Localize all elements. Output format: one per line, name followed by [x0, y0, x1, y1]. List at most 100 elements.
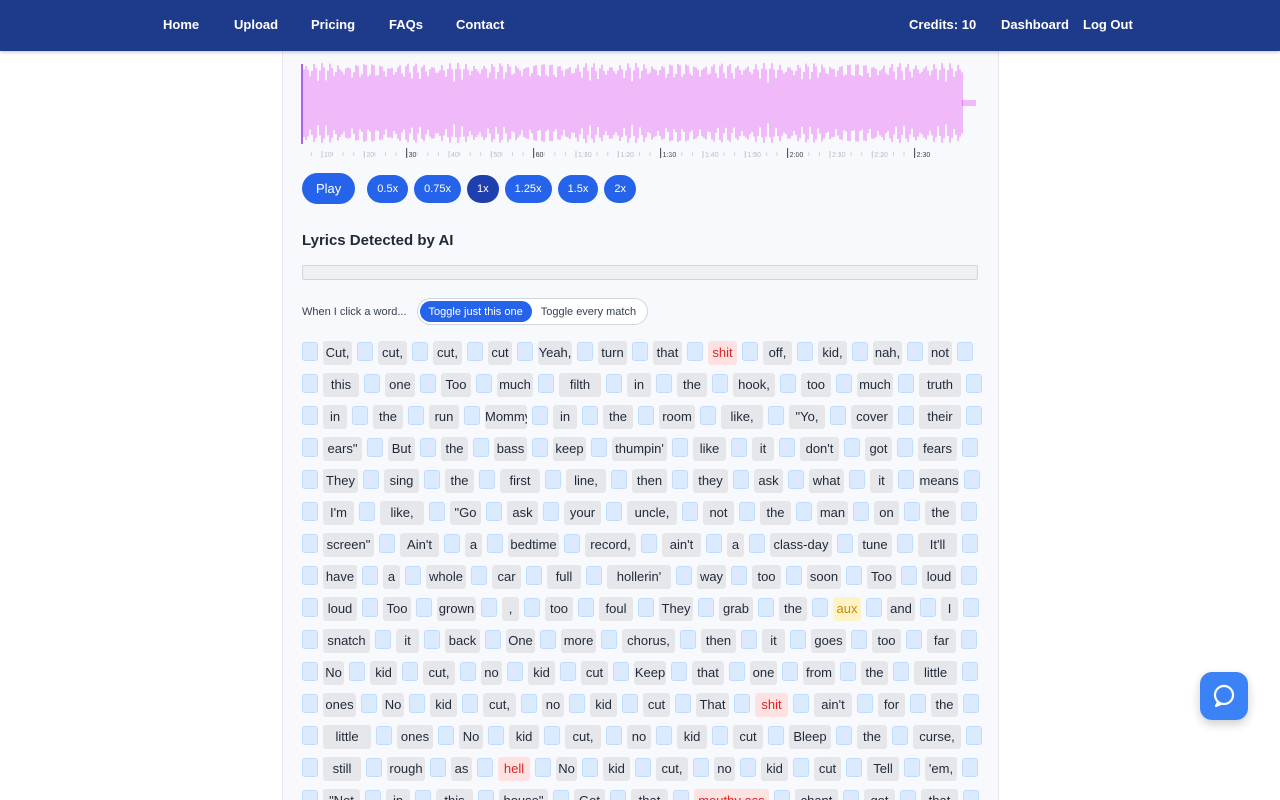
word-gap-toggle[interactable]	[606, 374, 622, 393]
word-gap-toggle[interactable]	[405, 566, 421, 585]
word-gap-toggle[interactable]	[963, 598, 979, 617]
lyric-word[interactable]: Too	[441, 373, 471, 397]
lyric-word[interactable]: ain't	[662, 533, 701, 557]
lyric-word[interactable]: the	[857, 725, 887, 749]
word-gap-toggle[interactable]	[420, 374, 436, 393]
lyric-word[interactable]: in	[323, 405, 347, 429]
word-gap-toggle[interactable]	[302, 566, 318, 585]
lyric-word[interactable]: Too	[383, 597, 411, 621]
word-gap-toggle[interactable]	[486, 502, 502, 521]
lyric-word[interactable]: cut	[488, 341, 512, 365]
word-gap-toggle[interactable]	[793, 758, 809, 777]
lyric-word[interactable]: ones	[323, 693, 356, 717]
lyric-word[interactable]: house"	[499, 789, 548, 800]
lyric-word[interactable]: But	[388, 437, 415, 461]
word-gap-toggle[interactable]	[364, 374, 380, 393]
word-gap-toggle[interactable]	[840, 662, 856, 681]
word-gap-toggle[interactable]	[837, 534, 853, 553]
word-gap-toggle[interactable]	[611, 470, 627, 489]
lyric-word[interactable]: it	[752, 437, 774, 461]
word-gap-toggle[interactable]	[424, 630, 440, 649]
word-gap-toggle[interactable]	[379, 534, 395, 553]
word-gap-toggle[interactable]	[349, 662, 365, 681]
word-gap-toggle[interactable]	[538, 374, 554, 393]
word-gap-toggle[interactable]	[532, 406, 548, 425]
word-gap-toggle[interactable]	[898, 406, 914, 425]
lyric-word[interactable]: kid	[761, 757, 788, 781]
lyric-word[interactable]: and	[887, 597, 915, 621]
lyric-word[interactable]: that	[921, 789, 958, 800]
word-gap-toggle[interactable]	[302, 406, 318, 425]
word-gap-toggle[interactable]	[543, 502, 559, 521]
word-gap-toggle[interactable]	[302, 758, 318, 777]
word-gap-toggle[interactable]	[535, 758, 551, 777]
lyric-word[interactable]: then	[701, 629, 736, 653]
word-gap-toggle[interactable]	[302, 374, 318, 393]
lyric-word[interactable]: mouthy ass	[694, 789, 769, 800]
lyric-word[interactable]: the	[760, 501, 791, 525]
word-gap-toggle[interactable]	[961, 630, 977, 649]
lyric-word[interactable]: I	[941, 597, 958, 621]
word-gap-toggle[interactable]	[673, 790, 689, 800]
word-gap-toggle[interactable]	[851, 630, 867, 649]
word-gap-toggle[interactable]	[359, 502, 375, 521]
word-gap-toggle[interactable]	[302, 662, 318, 681]
word-gap-toggle[interactable]	[540, 630, 556, 649]
lyric-word[interactable]: ears"	[323, 437, 362, 461]
lyric-word[interactable]: it	[870, 469, 893, 493]
word-gap-toggle[interactable]	[366, 758, 382, 777]
lyric-word[interactable]: have	[323, 565, 357, 589]
word-gap-toggle[interactable]	[782, 662, 798, 681]
word-gap-toggle[interactable]	[693, 758, 709, 777]
word-gap-toggle[interactable]	[687, 342, 703, 361]
lyric-word[interactable]: kid,	[818, 341, 847, 365]
word-gap-toggle[interactable]	[671, 662, 687, 681]
word-gap-toggle[interactable]	[363, 470, 379, 489]
word-gap-toggle[interactable]	[507, 662, 523, 681]
lyric-word[interactable]: little	[914, 661, 957, 685]
word-gap-toggle[interactable]	[635, 758, 651, 777]
lyric-word[interactable]: fears	[918, 437, 957, 461]
nav-pricing[interactable]: Pricing	[311, 17, 355, 32]
speed-2x-button[interactable]: 2x	[604, 174, 636, 203]
word-gap-toggle[interactable]	[415, 790, 431, 800]
lyric-word[interactable]: kid	[528, 661, 555, 685]
word-gap-toggle[interactable]	[638, 406, 654, 425]
nav-dashboard[interactable]: Dashboard	[1001, 17, 1069, 32]
word-gap-toggle[interactable]	[774, 790, 790, 800]
word-gap-toggle[interactable]	[846, 758, 862, 777]
word-gap-toggle[interactable]	[532, 438, 548, 457]
word-gap-toggle[interactable]	[901, 566, 917, 585]
lyric-word[interactable]: curse,	[913, 725, 961, 749]
lyric-word[interactable]: Keep	[634, 661, 666, 685]
word-gap-toggle[interactable]	[962, 758, 978, 777]
word-gap-toggle[interactable]	[758, 598, 774, 617]
lyric-word[interactable]: more	[561, 629, 596, 653]
lyric-word[interactable]: no	[714, 757, 735, 781]
lyric-word[interactable]: loud	[323, 597, 357, 621]
word-gap-toggle[interactable]	[361, 694, 377, 713]
word-gap-toggle[interactable]	[430, 758, 446, 777]
lyric-word[interactable]: no	[481, 661, 502, 685]
lyric-word[interactable]: on	[874, 501, 899, 525]
lyric-word[interactable]: chant	[795, 789, 838, 800]
nav-contact[interactable]: Contact	[456, 17, 504, 32]
lyric-word[interactable]: your	[564, 501, 601, 525]
word-gap-toggle[interactable]	[473, 438, 489, 457]
word-gap-toggle[interactable]	[517, 342, 533, 361]
word-gap-toggle[interactable]	[632, 342, 648, 361]
lyric-word[interactable]: no	[627, 725, 651, 749]
word-gap-toggle[interactable]	[402, 662, 418, 681]
word-gap-toggle[interactable]	[477, 758, 493, 777]
word-gap-toggle[interactable]	[412, 342, 428, 361]
word-gap-toggle[interactable]	[843, 790, 859, 800]
word-gap-toggle[interactable]	[302, 630, 318, 649]
lyric-word[interactable]: Too	[867, 565, 896, 589]
speed-1.25x-button[interactable]: 1.25x	[504, 174, 552, 203]
word-gap-toggle[interactable]	[790, 630, 806, 649]
word-gap-toggle[interactable]	[591, 438, 607, 457]
word-gap-toggle[interactable]	[846, 566, 862, 585]
lyric-word[interactable]: this	[436, 789, 473, 800]
word-gap-toggle[interactable]	[729, 662, 745, 681]
word-gap-toggle[interactable]	[961, 502, 977, 521]
